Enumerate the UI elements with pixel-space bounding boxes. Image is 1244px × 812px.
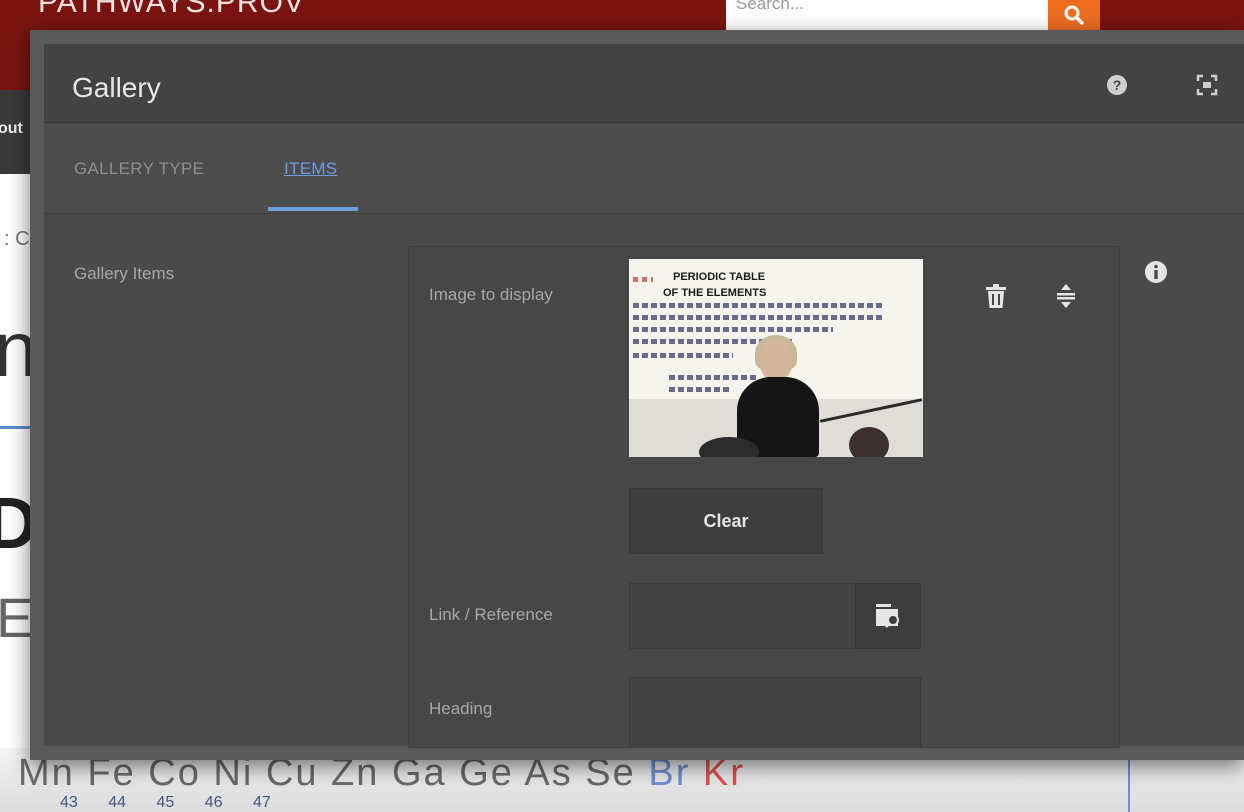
site-brand[interactable]: PATHWAYS.PROV bbox=[38, 0, 305, 20]
dialog-title: Gallery bbox=[72, 72, 161, 103]
poster-subtitle: OF THE ELEMENTS bbox=[663, 287, 767, 299]
gallery-item-panel: Image to display PERIODIC TABLE OF THE E… bbox=[408, 246, 1120, 748]
help-icon[interactable]: ? bbox=[1106, 74, 1128, 96]
site-search-button[interactable] bbox=[1048, 0, 1100, 30]
info-icon[interactable] bbox=[1144, 260, 1168, 284]
reorder-icon[interactable] bbox=[1053, 283, 1079, 309]
image-thumbnail[interactable]: PERIODIC TABLE OF THE ELEMENTS bbox=[629, 259, 923, 457]
gallery-dialog: Gallery ? GALLERY TYPE ITEMS Gallery Ite… bbox=[44, 44, 1244, 748]
poster-title: PERIODIC TABLE bbox=[673, 271, 766, 283]
link-reference-input[interactable] bbox=[629, 583, 857, 649]
tab-gallery-type[interactable]: GALLERY TYPE bbox=[74, 159, 204, 179]
page-heading-fragment: E bbox=[0, 586, 34, 649]
svg-text:?: ? bbox=[1113, 77, 1122, 93]
image-field-label: Image to display bbox=[429, 285, 553, 304]
site-nav-item[interactable]: out bbox=[0, 120, 23, 138]
link-field-label: Link / Reference bbox=[429, 605, 553, 624]
element-numbers: 43 44 45 46 47 bbox=[60, 794, 271, 811]
breadcrumb: : C bbox=[4, 228, 30, 250]
folder-search-icon bbox=[876, 604, 899, 628]
dialog-tabs: GALLERY TYPE ITEMS bbox=[44, 123, 1244, 214]
trash-icon[interactable] bbox=[983, 283, 1009, 309]
search-icon bbox=[1064, 5, 1084, 25]
active-tab-indicator bbox=[268, 207, 358, 211]
fullscreen-icon[interactable] bbox=[1196, 74, 1218, 96]
tab-items[interactable]: ITEMS bbox=[284, 159, 337, 179]
gallery-items-label: Gallery Items bbox=[74, 264, 175, 283]
dialog-header: Gallery ? bbox=[44, 44, 1244, 123]
heading-field-label: Heading bbox=[429, 699, 493, 718]
clear-button[interactable]: Clear bbox=[629, 488, 823, 554]
browse-button[interactable] bbox=[855, 583, 921, 649]
site-search-input[interactable]: Search... bbox=[726, 0, 1048, 30]
heading-input[interactable] bbox=[629, 677, 921, 748]
site-search-placeholder: Search... bbox=[736, 0, 805, 13]
